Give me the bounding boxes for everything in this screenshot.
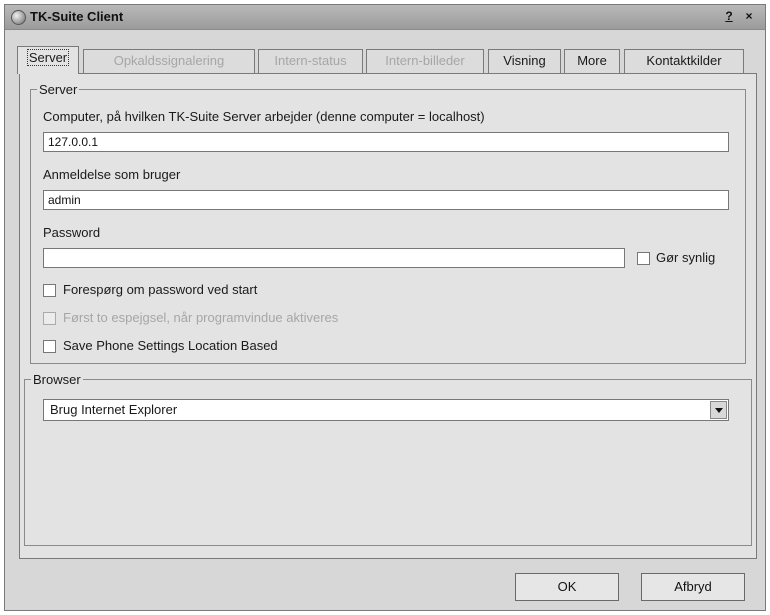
computer-input[interactable]: 127.0.0.1 (43, 132, 729, 152)
tab-kontaktkilder[interactable]: Kontaktkilder (624, 49, 744, 73)
tab-server[interactable]: Server (17, 46, 79, 74)
save-phone-settings-label: Save Phone Settings Location Based (63, 338, 278, 353)
login-input[interactable]: admin (43, 190, 729, 210)
browser-select-value: Brug Internet Explorer (50, 402, 178, 417)
window-title: TK-Suite Client (30, 9, 124, 24)
chevron-down-icon[interactable] (710, 401, 727, 419)
ask-password-label: Forespørg om password ved start (63, 282, 258, 297)
login-label: Anmeldelse som bruger (43, 167, 181, 182)
cancel-button[interactable]: Afbryd (641, 573, 745, 601)
close-button[interactable]: × (741, 9, 757, 24)
browser-group-legend: Browser (33, 372, 81, 387)
tab-panel-server: Server Computer, på hvilken TK-Suite Ser… (19, 73, 757, 559)
server-group-legend: Server (39, 82, 78, 97)
password-label: Password (43, 225, 101, 240)
tab-opkaldssignalering[interactable]: Opkaldssignalering (83, 49, 255, 73)
tab-more[interactable]: More (564, 49, 620, 73)
help-button[interactable]: ? (721, 9, 737, 24)
save-phone-settings-checkbox[interactable] (43, 340, 56, 353)
ok-button[interactable]: OK (515, 573, 619, 601)
app-icon (11, 10, 26, 25)
computer-label: Computer, på hvilken TK-Suite Server arb… (43, 109, 485, 124)
browser-select[interactable]: Brug Internet Explorer (43, 399, 729, 421)
server-group: Server Computer, på hvilken TK-Suite Ser… (30, 82, 746, 364)
bring-front-checkbox[interactable] (43, 312, 56, 325)
tab-intern-status[interactable]: Intern-status (258, 49, 363, 73)
dialog-window: TK-Suite Client ? × Server Opkaldssignal… (4, 4, 766, 611)
ask-password-checkbox[interactable] (43, 284, 56, 297)
tab-intern-billeder[interactable]: Intern-billeder (366, 49, 484, 73)
show-password-label: Gør synlig (656, 250, 716, 265)
browser-group: Browser Brug Internet Explorer (24, 372, 752, 546)
bring-front-label: Først to espejgsel, når programvindue ak… (63, 310, 339, 325)
title-bar: TK-Suite Client ? × (5, 5, 765, 30)
tab-visning[interactable]: Visning (488, 49, 561, 73)
show-password-checkbox[interactable] (637, 252, 650, 265)
password-input[interactable] (43, 248, 625, 268)
